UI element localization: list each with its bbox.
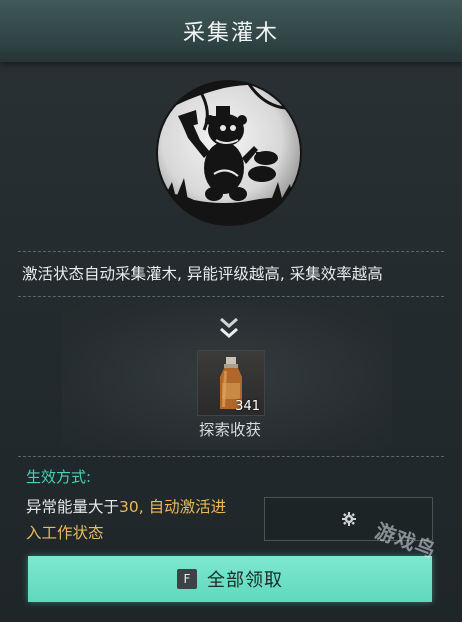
ability-emblem (154, 78, 304, 228)
chevron-down-icon (220, 328, 238, 338)
claim-all-label: 全部领取 (207, 570, 283, 591)
effect-text-highlight: , 自动激活进 (138, 498, 227, 516)
emblem-icon (156, 80, 302, 226)
effect-heading: 生效方式: (26, 468, 92, 486)
effect-text-suffix: 入工作状态 (26, 524, 104, 542)
hotkey-badge: F (177, 569, 197, 589)
effect-text-prefix: 异常能量大于 (26, 498, 120, 516)
chevron-down-icon (220, 318, 238, 328)
effect-description: 异常能量大于30, 自动激活进 入工作状态 (26, 494, 256, 546)
divider (18, 456, 444, 457)
ability-panel: 采集灌木 激活状态自动采集灌木, 异能评级越高, 采集效率越高 341 探索收获… (0, 0, 462, 622)
title-bar: 采集灌木 (0, 0, 462, 62)
divider (18, 251, 444, 252)
effect-threshold: 30 (119, 498, 139, 516)
divider (18, 296, 444, 297)
reward-item-slot[interactable]: 341 (197, 350, 265, 416)
ability-description: 激活状态自动采集灌木, 异能评级越高, 采集效率越高 (22, 265, 383, 283)
gear-icon (341, 512, 356, 526)
reward-item-label: 探索收获 (198, 421, 261, 439)
panel-title: 采集灌木 (182, 21, 279, 46)
reward-item-count: 341 (235, 399, 260, 414)
